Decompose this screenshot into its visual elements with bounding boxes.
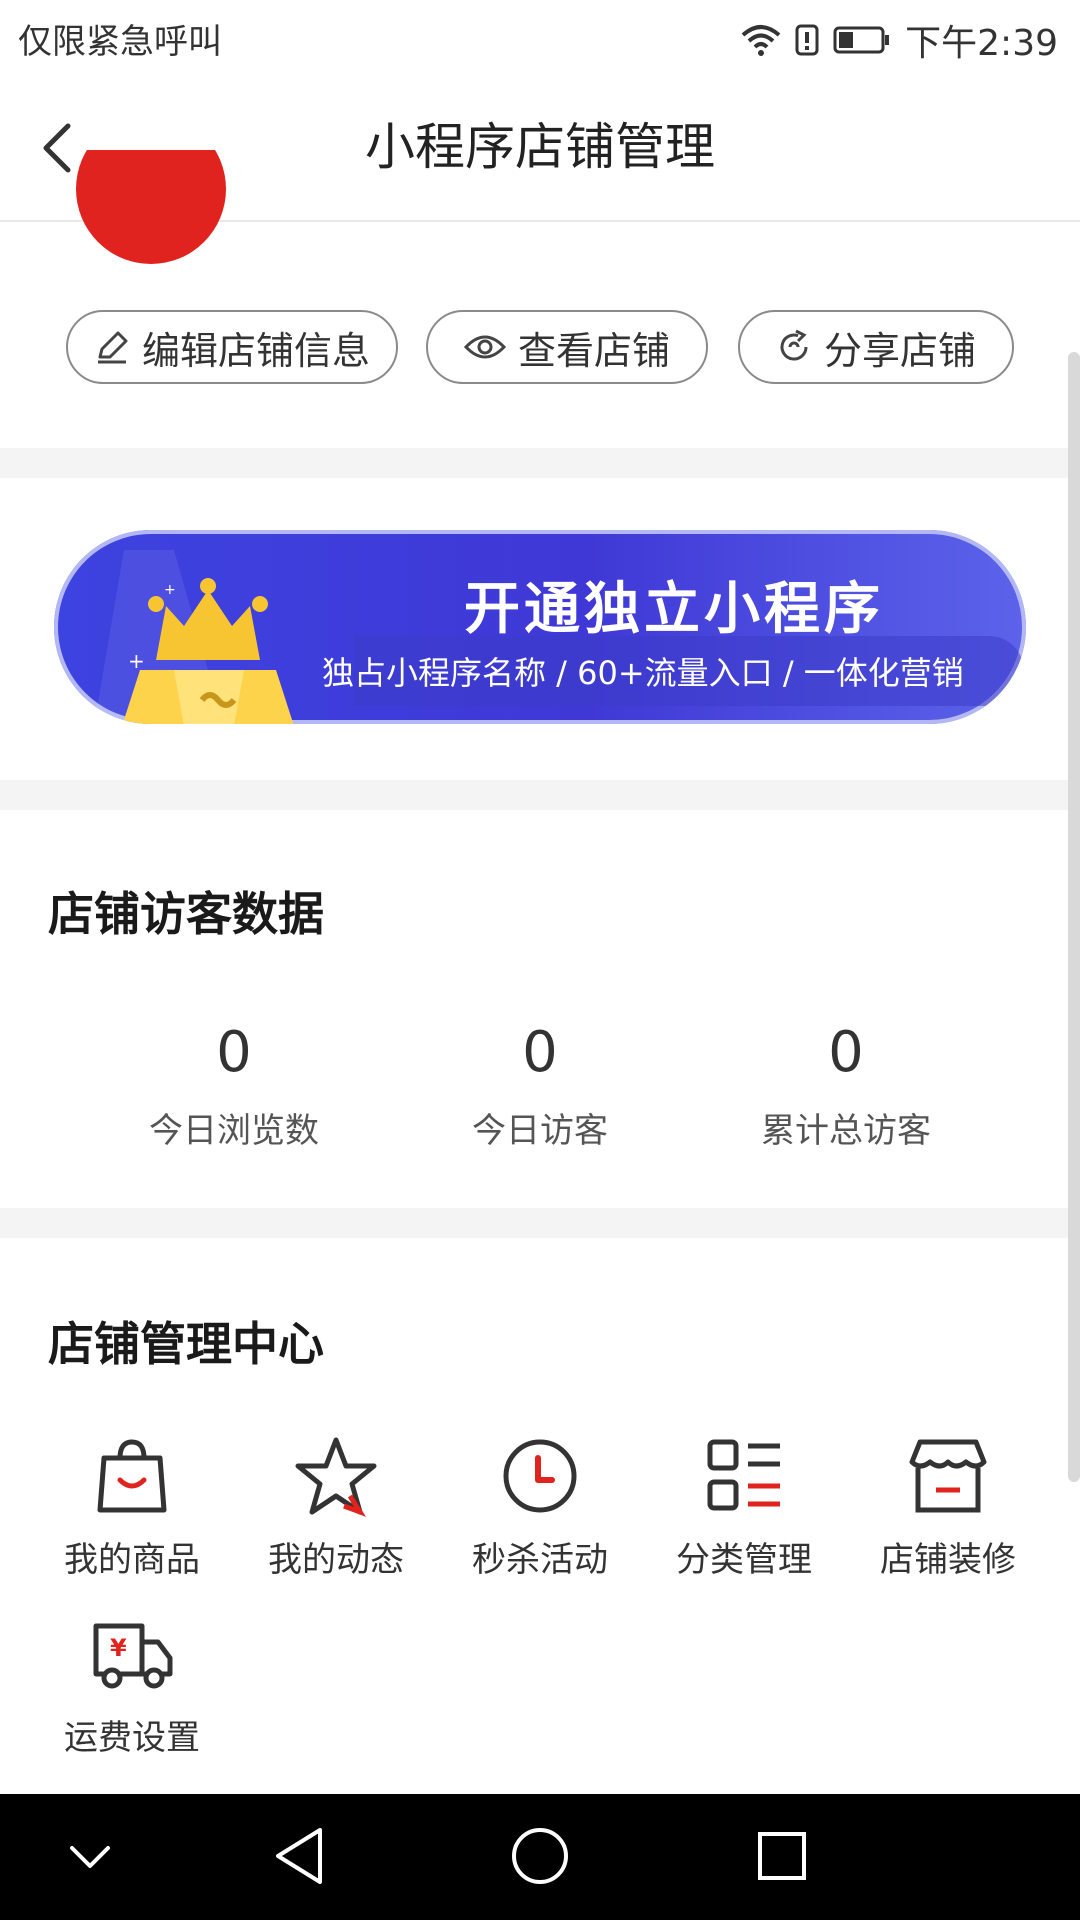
nav-recents-icon[interactable]: [752, 1826, 812, 1886]
nav-back-icon[interactable]: [272, 1824, 328, 1888]
stat-label: 今日访客: [472, 1111, 608, 1151]
shop-avatar: [76, 150, 226, 264]
edit-shop-info-label: 编辑店铺信息: [141, 328, 370, 373]
grid-item-flash-sale[interactable]: 秒杀活动: [450, 1434, 630, 1581]
view-shop-button[interactable]: 查看店铺: [426, 310, 708, 384]
section-divider: [0, 1208, 1080, 1238]
grid-item-shipping-settings[interactable]: ¥ 运费设置: [42, 1612, 222, 1759]
grid-item-category-management[interactable]: 分类管理: [654, 1434, 834, 1581]
stat-today-visitors: 0 今日访客: [390, 1020, 690, 1152]
svg-text:+: +: [164, 582, 176, 598]
refresh-share-icon: [780, 329, 808, 361]
grid-item-label: 运费设置: [64, 1718, 200, 1758]
stat-total-visitors: 0 累计总访客: [696, 1020, 996, 1152]
grid-item-label: 我的动态: [268, 1540, 404, 1580]
banner-subtitle: 独占小程序名称 / 60+流量入口 / 一体化营销: [322, 654, 964, 692]
delivery-truck-icon: ¥: [90, 1612, 174, 1696]
edit-icon: [97, 331, 128, 364]
wifi-icon: [741, 23, 781, 57]
eye-icon: [463, 335, 506, 359]
stat-value: 0: [828, 1020, 864, 1085]
stat-value: 0: [216, 1020, 252, 1085]
nav-home-icon[interactable]: [508, 1824, 572, 1888]
hide-keyboard-icon[interactable]: [64, 1838, 116, 1878]
grid-item-shop-decoration[interactable]: 店铺装修: [858, 1434, 1038, 1581]
stat-label: 今日浏览数: [149, 1111, 319, 1151]
grid-item-label: 秒杀活动: [472, 1540, 608, 1580]
edit-shop-info-button[interactable]: 编辑店铺信息: [66, 310, 398, 384]
banner-title: 开通独立小程序: [464, 576, 884, 642]
svg-text:+: +: [128, 649, 145, 673]
management-section-title: 店铺管理中心: [48, 1317, 324, 1371]
grid-item-label: 店铺装修: [880, 1540, 1016, 1580]
share-shop-label: 分享店铺: [823, 328, 976, 373]
section-divider: [0, 448, 1080, 478]
grid-item-my-updates[interactable]: 我的动态: [246, 1434, 426, 1581]
storefront-icon: [906, 1434, 990, 1518]
stat-value: 0: [522, 1020, 558, 1085]
stat-today-views: 0 今日浏览数: [84, 1020, 384, 1152]
star-icon: [294, 1434, 378, 1518]
crown-gift-icon: + +: [94, 550, 294, 724]
section-divider: [0, 780, 1080, 810]
view-shop-label: 查看店铺: [517, 328, 670, 373]
stat-label: 累计总访客: [761, 1111, 931, 1151]
grid-item-my-products[interactable]: 我的商品: [42, 1434, 222, 1581]
battery-icon: [833, 25, 891, 55]
svg-text:¥: ¥: [110, 1634, 127, 1662]
promo-banner[interactable]: + + 开通独立小程序 独占小程序名称 / 60+流量入口 / 一体化营销: [54, 530, 1026, 724]
share-shop-button[interactable]: 分享店铺: [738, 310, 1014, 384]
status-bar: 仅限紧急呼叫 下午2:39: [0, 0, 1080, 74]
status-icons: 下午2:39: [741, 14, 1058, 66]
category-list-icon: [702, 1434, 786, 1518]
system-navigation-bar: [0, 1794, 1080, 1920]
shopping-bag-icon: [90, 1434, 174, 1518]
alert-icon: [795, 24, 819, 56]
grid-item-label: 我的商品: [64, 1540, 200, 1580]
scrollbar[interactable]: [1068, 352, 1080, 1482]
grid-item-label: 分类管理: [676, 1540, 812, 1580]
visitor-section-title: 店铺访客数据: [48, 887, 324, 941]
clock-icon: [498, 1434, 582, 1518]
time: 下午2:39: [905, 23, 1058, 64]
carrier-text: 仅限紧急呼叫: [18, 22, 222, 62]
